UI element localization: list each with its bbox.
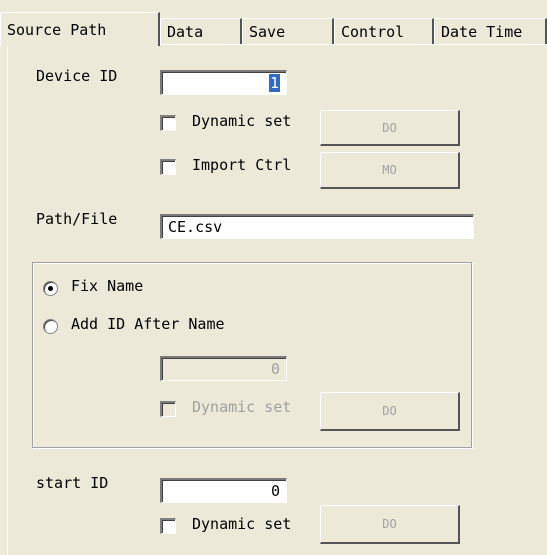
device-id-label: Device ID	[36, 67, 118, 85]
start-id-input[interactable]: 0	[160, 478, 287, 503]
start-id-label: start ID	[36, 474, 109, 492]
mo-button[interactable]: MO	[320, 152, 460, 189]
add-id-after-name-radio[interactable]	[43, 319, 58, 334]
name-do-button[interactable]: DO	[320, 392, 460, 431]
import-ctrl-label: Import Ctrl	[192, 156, 292, 174]
device-id-input[interactable]: 1	[160, 70, 287, 95]
device-dynamic-set-label: Dynamic set	[192, 112, 292, 130]
tab-save[interactable]: Save	[242, 18, 334, 44]
device-do-button[interactable]: DO	[320, 110, 460, 146]
fix-name-radio[interactable]	[43, 281, 58, 296]
tab-control[interactable]: Control	[334, 18, 434, 44]
tab-source-path[interactable]: Source Path	[0, 12, 160, 46]
fix-name-label: Fix Name	[71, 277, 144, 295]
path-file-input[interactable]: CE.csv	[160, 214, 474, 239]
start-dynamic-set-label: Dynamic set	[192, 515, 292, 533]
radio-selected-dot	[48, 286, 53, 291]
name-dynamic-set-checkbox[interactable]	[160, 401, 176, 417]
start-dynamic-set-checkbox[interactable]	[160, 518, 176, 534]
device-id-value: 1	[268, 74, 280, 92]
tab-date-time[interactable]: Date Time	[434, 18, 547, 44]
name-dynamic-set-label: Dynamic set	[192, 398, 292, 416]
import-ctrl-checkbox[interactable]	[160, 159, 176, 175]
device-dynamic-set-checkbox[interactable]	[160, 115, 176, 131]
path-file-label: Path/File	[36, 210, 118, 228]
name-id-input[interactable]: 0	[160, 356, 287, 381]
add-id-after-name-label: Add ID After Name	[71, 315, 225, 333]
tab-bar: Source Path Data Save Control Date Time	[0, 0, 547, 46]
start-do-button[interactable]: DO	[320, 505, 460, 544]
tab-data[interactable]: Data	[160, 18, 242, 44]
